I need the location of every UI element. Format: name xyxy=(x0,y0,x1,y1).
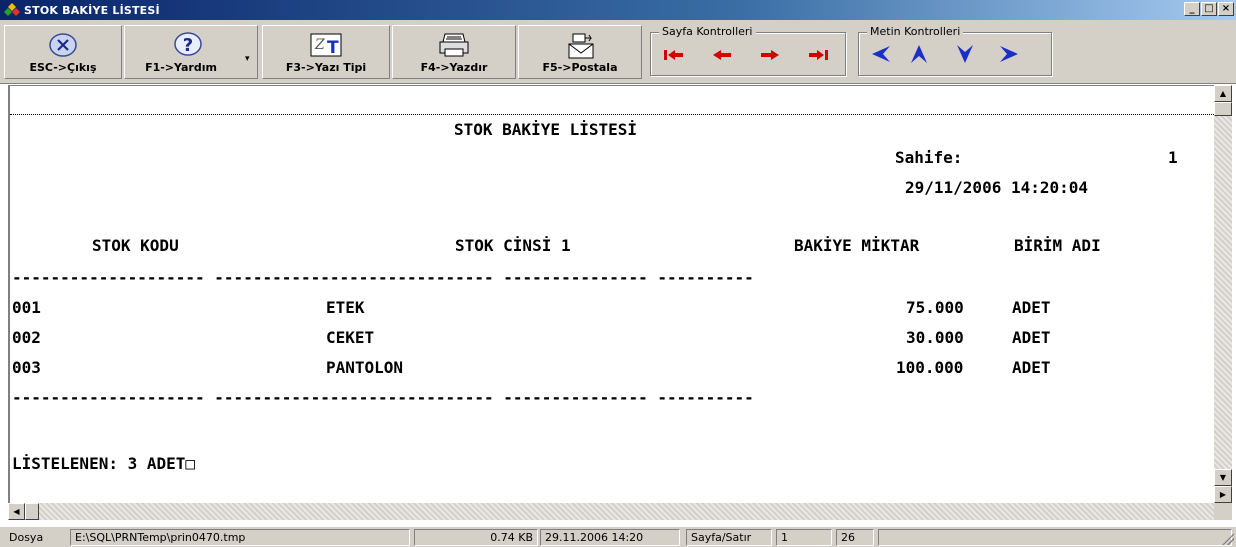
row-3-code: 003 xyxy=(12,358,41,377)
vertical-scroll-thumb[interactable] xyxy=(1214,102,1232,116)
status-file-size: 0.74 KB xyxy=(414,529,538,546)
col-header-balance: BAKİYE MİKTAR xyxy=(794,236,920,255)
scroll-down-icon[interactable] xyxy=(955,44,975,67)
mail-button[interactable]: F5->Postala xyxy=(518,25,642,79)
close-circle-icon xyxy=(48,32,78,61)
page-controls-title: Sayfa Kontrolleri xyxy=(659,25,756,38)
status-row: 26 xyxy=(836,529,874,546)
row-2-unit: ADET xyxy=(1012,328,1051,347)
status-file-datetime: 29.11.2006 14:20 xyxy=(540,529,680,546)
prev-page-icon[interactable] xyxy=(711,49,733,64)
separator-top: -------------------- -------------------… xyxy=(12,268,754,287)
scroll-up-button[interactable]: ▲ xyxy=(1214,85,1232,102)
row-2-name: CEKET xyxy=(326,328,375,347)
report-view[interactable]: STOK BAKİYE LİSTESİ Sahife: 1 29/11/2006… xyxy=(8,85,1214,503)
printer-icon xyxy=(437,32,471,61)
first-page-icon[interactable] xyxy=(663,49,685,64)
row-3-unit: ADET xyxy=(1012,358,1051,377)
font-icon: Z T xyxy=(309,32,343,61)
scroll-down-button[interactable]: ▼ xyxy=(1214,469,1232,486)
help-question-icon: ? xyxy=(173,32,203,61)
status-label: Dosya xyxy=(9,531,44,544)
svg-text:T: T xyxy=(327,38,339,58)
resize-grip[interactable] xyxy=(1222,533,1234,545)
row-2-qty: 30.000 xyxy=(906,328,964,347)
page-number: 1 xyxy=(1168,148,1178,167)
horizontal-scrollbar[interactable]: ◀ xyxy=(8,503,1214,520)
text-controls-group: Metin Kontrolleri xyxy=(858,25,1052,76)
scrollbar-corner xyxy=(1214,503,1232,520)
row-1-name: ETEK xyxy=(326,298,365,317)
separator-bottom: -------------------- -------------------… xyxy=(12,388,754,407)
print-label: F4->Yazdır xyxy=(420,61,488,74)
toolbar: ESC->Çıkış ? ▾ F1->Yardım Z T F3->Yazı T… xyxy=(0,20,1236,84)
row-3-name: PANTOLON xyxy=(326,358,404,377)
report-title: STOK BAKİYE LİSTESİ xyxy=(454,120,638,139)
row-1-qty: 75.000 xyxy=(906,298,964,317)
next-page-icon[interactable] xyxy=(759,49,781,64)
envelope-icon xyxy=(563,32,597,63)
status-page-row-label: Sayfa/Satır xyxy=(686,529,772,546)
app-icon[interactable] xyxy=(4,3,20,17)
row-3-qty: 100.000 xyxy=(896,358,964,377)
row-1-code: 001 xyxy=(12,298,41,317)
maximize-button[interactable]: □ xyxy=(1201,2,1217,16)
exit-label: ESC->Çıkış xyxy=(29,61,97,74)
scroll-left-button[interactable]: ◀ xyxy=(8,503,25,520)
vertical-scrollbar[interactable]: ▲ ▼ ▶ xyxy=(1214,85,1232,503)
window-title: STOK BAKİYE LİSTESİ xyxy=(24,3,160,17)
scroll-right-icon[interactable] xyxy=(999,44,1019,67)
scroll-up-icon[interactable] xyxy=(909,44,929,67)
col-header-unit: BİRİM ADI xyxy=(1014,236,1101,255)
last-page-icon[interactable] xyxy=(807,49,829,64)
close-button[interactable]: × xyxy=(1218,2,1234,16)
svg-text:Z: Z xyxy=(314,37,325,53)
report-datetime: 29/11/2006 14:20:04 xyxy=(905,178,1089,197)
exit-button[interactable]: ESC->Çıkış xyxy=(4,25,122,79)
status-bar: Dosya E:\SQL\PRNTemp\prin0470.tmp 0.74 K… xyxy=(0,526,1236,547)
row-2-code: 002 xyxy=(12,328,41,347)
svg-text:?: ? xyxy=(183,35,193,56)
help-dropdown-icon[interactable]: ▾ xyxy=(245,54,250,64)
page-controls-group: Sayfa Kontrolleri xyxy=(650,25,846,76)
scroll-right-button[interactable]: ▶ xyxy=(1214,486,1232,503)
row-1-unit: ADET xyxy=(1012,298,1051,317)
horizontal-scroll-thumb[interactable] xyxy=(25,503,39,520)
col-header-stock-name: STOK CİNSİ 1 xyxy=(455,236,571,255)
text-controls-title: Metin Kontrolleri xyxy=(867,25,964,38)
title-bar: STOK BAKİYE LİSTESİ _ □ × xyxy=(0,0,1236,20)
scroll-left-icon[interactable] xyxy=(871,44,891,67)
font-label: F3->Yazı Tipi xyxy=(285,61,367,74)
font-button[interactable]: Z T F3->Yazı Tipi xyxy=(262,25,390,79)
page-label: Sahife: xyxy=(895,148,963,167)
report-footer: LİSTELENEN: 3 ADET□ xyxy=(12,454,196,473)
minimize-button[interactable]: _ xyxy=(1184,2,1200,16)
report-text: STOK BAKİYE LİSTESİ Sahife: 1 29/11/2006… xyxy=(10,86,1210,503)
status-file-path: E:\SQL\PRNTemp\prin0470.tmp xyxy=(70,529,410,546)
col-header-stock-code: STOK KODU xyxy=(92,236,179,255)
status-page: 1 xyxy=(776,529,832,546)
help-button[interactable]: ? ▾ F1->Yardım xyxy=(124,25,258,79)
help-label: F1->Yardım xyxy=(145,61,217,74)
print-button[interactable]: F4->Yazdır xyxy=(392,25,516,79)
status-empty-panel xyxy=(878,529,1232,546)
